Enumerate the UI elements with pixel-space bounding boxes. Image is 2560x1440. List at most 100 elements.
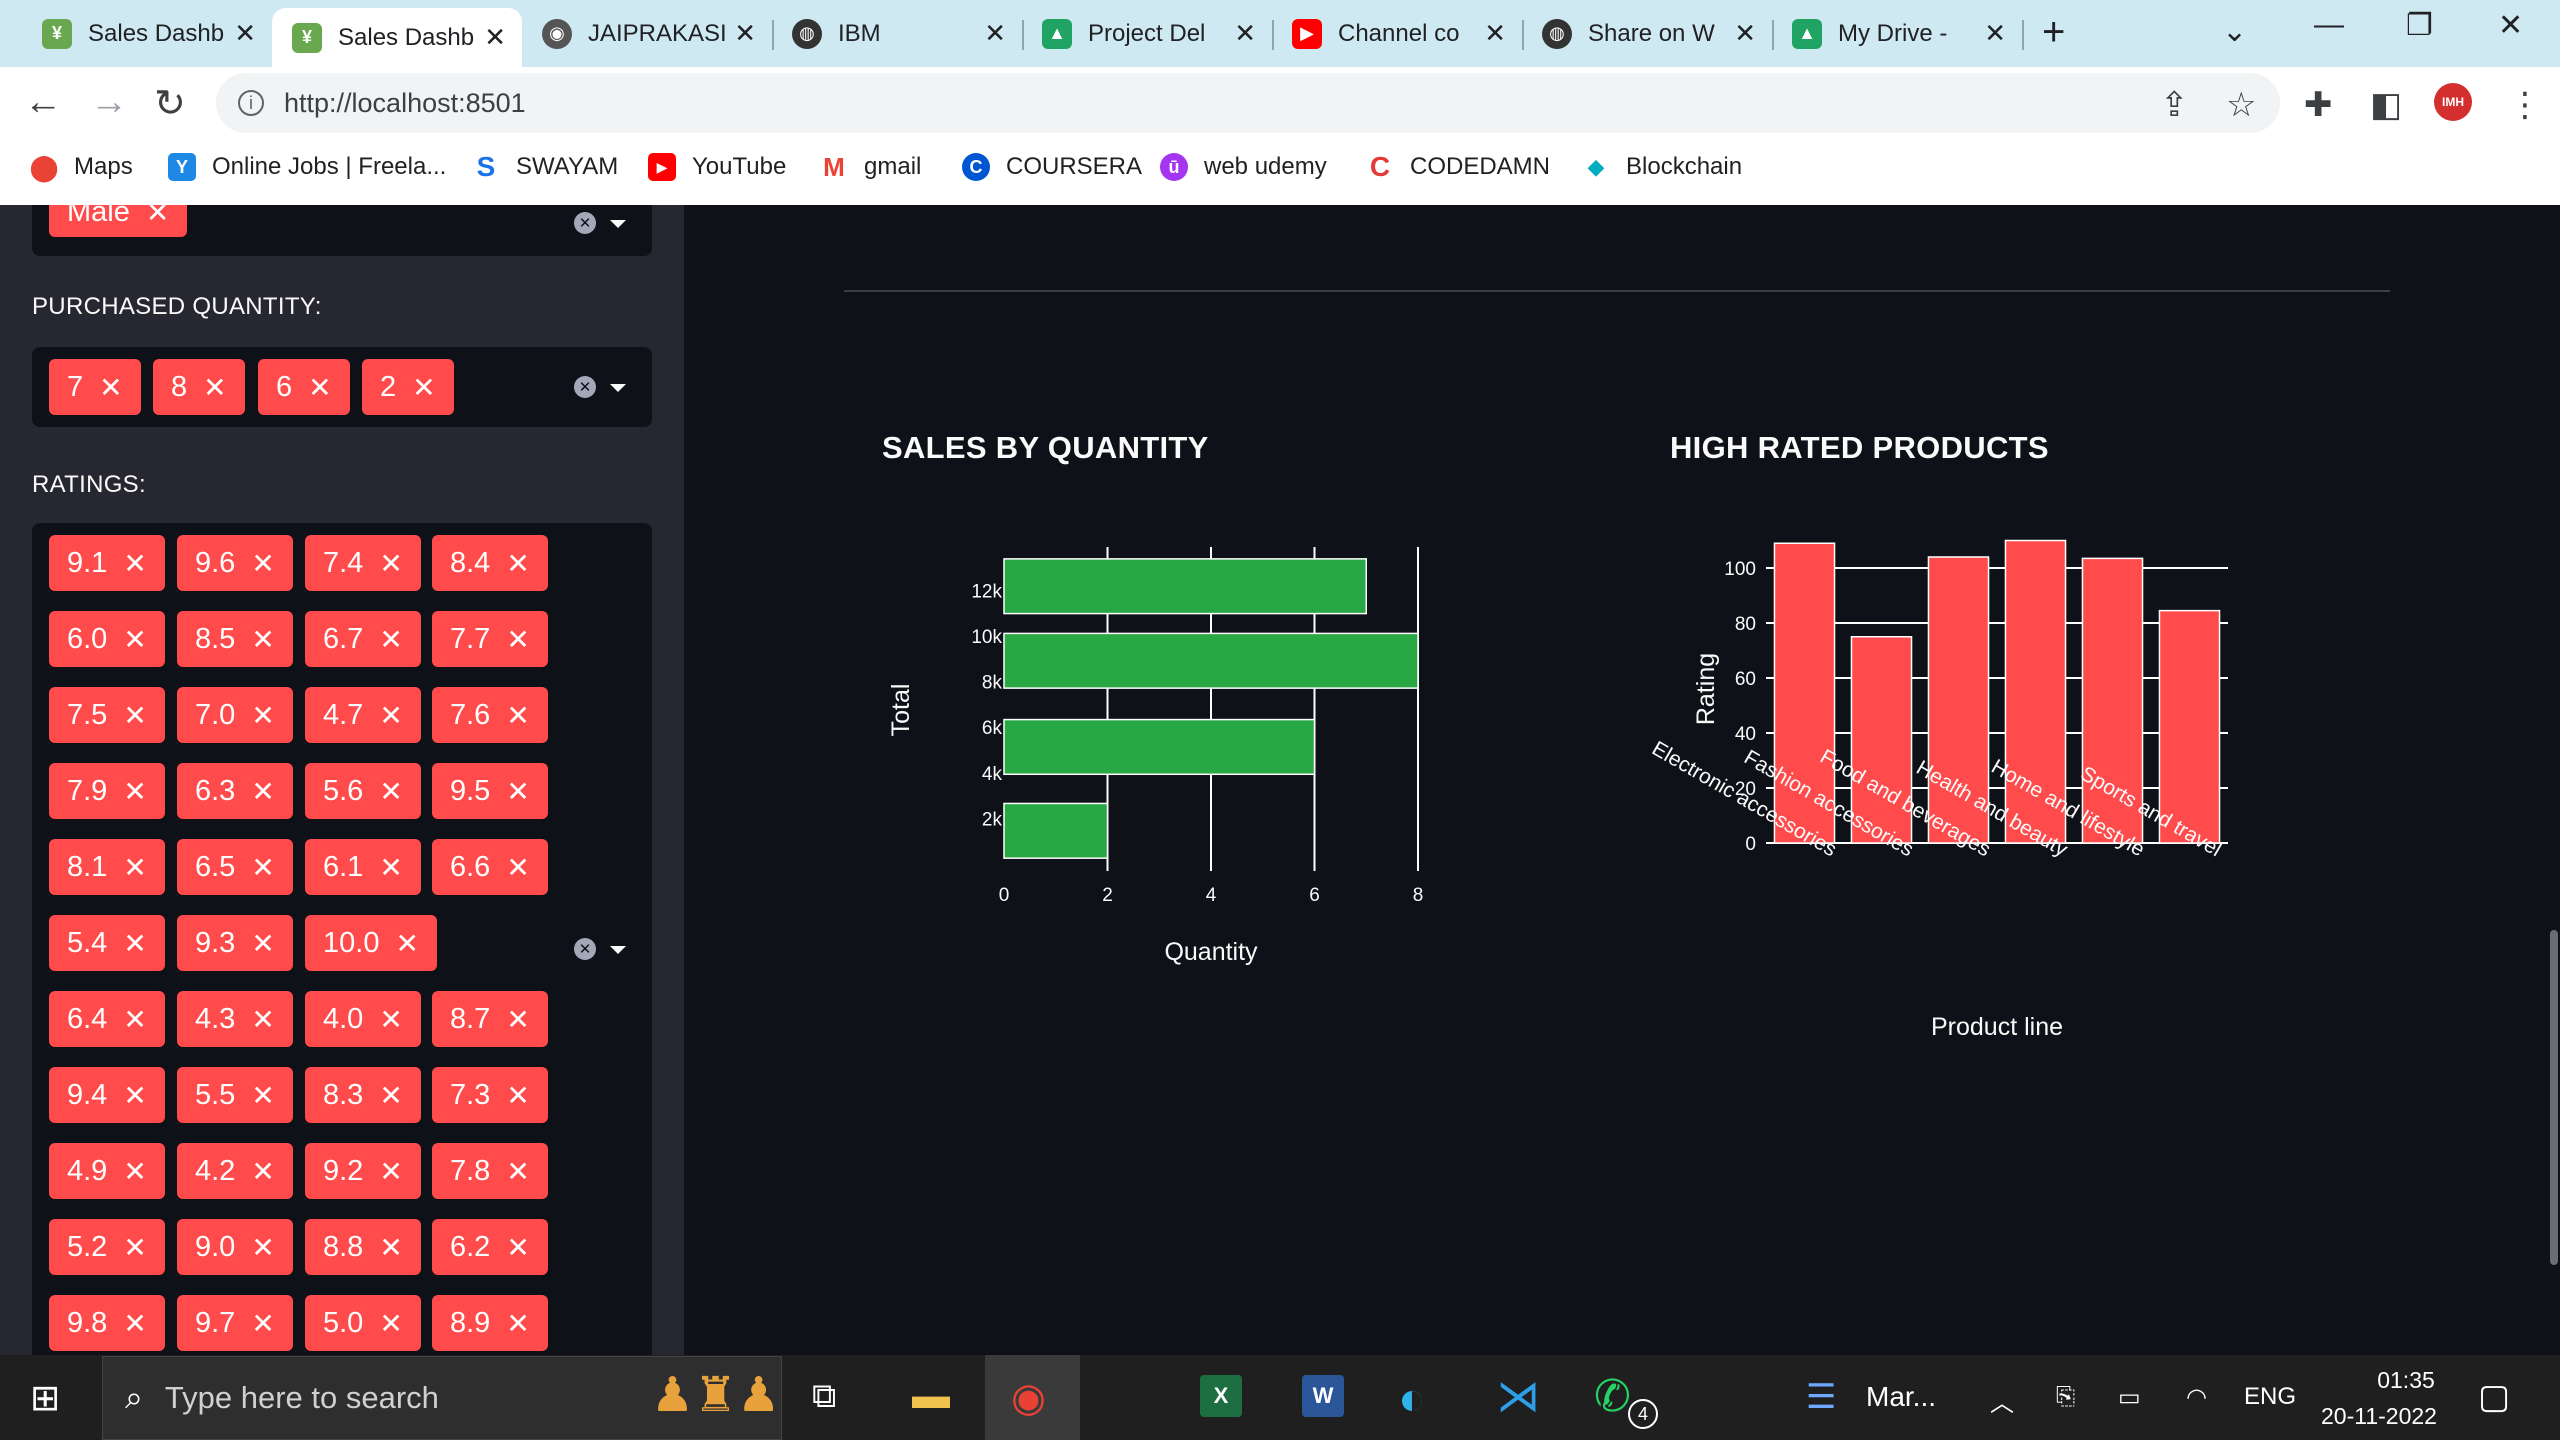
remove-chip-icon[interactable]: ✕ [123, 623, 146, 656]
profile-avatar[interactable]: IMH [2434, 83, 2472, 121]
remove-chip-icon[interactable]: ✕ [251, 1003, 274, 1036]
remove-chip-icon[interactable]: ✕ [506, 851, 529, 884]
task-view-icon[interactable]: ⧉ [812, 1377, 836, 1416]
clock-date[interactable]: 20-11-2022 [2314, 1403, 2444, 1430]
remove-chip-icon[interactable]: ✕ [379, 699, 402, 732]
bookmark-youtube[interactable]: ▶ YouTube [648, 153, 786, 181]
rating-chip[interactable]: 9.0 ✕ [177, 1219, 293, 1275]
remove-chip-icon[interactable]: ✕ [379, 1155, 402, 1188]
tab-sales-dashboard-1[interactable]: ¥ Sales Dashb ✕ [22, 8, 272, 59]
rating-chip[interactable]: 4.7 ✕ [305, 687, 421, 743]
dropdown-caret-icon[interactable] [610, 946, 626, 954]
remove-chip-icon[interactable]: ✕ [395, 927, 418, 960]
remove-chip-icon[interactable]: ✕ [123, 1003, 146, 1036]
rating-chip[interactable]: 9.8 ✕ [49, 1295, 165, 1351]
reload-icon[interactable]: ↻ [154, 81, 186, 126]
back-arrow-icon[interactable]: ← [24, 81, 62, 124]
remove-chip-icon[interactable]: ✕ [506, 775, 529, 808]
dropdown-caret-icon[interactable] [610, 384, 626, 392]
rating-chip[interactable]: 7.3 ✕ [432, 1067, 548, 1123]
notifications-icon[interactable]: ▢ [2478, 1377, 2510, 1417]
bookmark-star-icon[interactable]: ☆ [2226, 85, 2256, 125]
share-icon[interactable]: ⇪ [2160, 85, 2189, 125]
rating-chip[interactable]: 9.7 ✕ [177, 1295, 293, 1351]
remove-chip-icon[interactable]: ✕ [379, 1003, 402, 1036]
quantity-multiselect[interactable]: 7 ✕ 8 ✕ 6 ✕ 2 ✕ ✕ [32, 347, 652, 427]
bookmark-gmail[interactable]: M gmail [820, 152, 921, 182]
tab-sales-dashboard-active[interactable]: ¥ Sales Dashb ✕ [272, 8, 522, 67]
remove-chip-icon[interactable]: ✕ [251, 927, 274, 960]
chrome-taskbar-button[interactable]: ◉ [985, 1355, 1080, 1440]
file-explorer-icon[interactable]: ▬ [912, 1375, 950, 1418]
rating-chip[interactable]: 6.5 ✕ [177, 839, 293, 895]
wifi-icon[interactable]: ◠ [2186, 1383, 2207, 1412]
battery-icon[interactable]: ▭ [2118, 1383, 2141, 1412]
remove-chip-icon[interactable]: ✕ [379, 1079, 402, 1112]
close-tab-icon[interactable]: ✕ [1984, 18, 2006, 49]
clear-all-icon[interactable]: ✕ [574, 376, 596, 398]
rating-chip[interactable]: 6.4 ✕ [49, 991, 165, 1047]
remove-chip-icon[interactable]: ✕ [506, 547, 529, 580]
word-icon[interactable]: W [1302, 1375, 1344, 1417]
rating-chip[interactable]: 6.0 ✕ [49, 611, 165, 667]
site-info-icon[interactable]: i [238, 90, 264, 116]
remove-chip-icon[interactable]: ✕ [251, 851, 274, 884]
rating-chip[interactable]: 6.3 ✕ [177, 763, 293, 819]
rating-chip[interactable]: 9.4 ✕ [49, 1067, 165, 1123]
rating-chip[interactable]: 8.8 ✕ [305, 1219, 421, 1275]
remove-chip-icon[interactable]: ✕ [251, 547, 274, 580]
notes-app-icon[interactable]: ☰ [1806, 1377, 1836, 1417]
remove-chip-icon[interactable]: ✕ [379, 775, 402, 808]
gender-multiselect[interactable]: Male ✕ ✕ [32, 205, 652, 256]
rating-chip[interactable]: 4.0 ✕ [305, 991, 421, 1047]
rating-chip[interactable]: 8.3 ✕ [305, 1067, 421, 1123]
remove-chip-icon[interactable]: ✕ [123, 699, 146, 732]
close-tab-icon[interactable]: ✕ [1234, 18, 1256, 49]
remove-chip-icon[interactable]: ✕ [506, 623, 529, 656]
close-window-icon[interactable]: ✕ [2498, 8, 2523, 43]
rating-chip[interactable]: 5.5 ✕ [177, 1067, 293, 1123]
clock-time[interactable]: 01:35 [2348, 1367, 2464, 1394]
close-tab-icon[interactable]: ✕ [484, 22, 506, 53]
remove-chip-icon[interactable]: ✕ [506, 1307, 529, 1340]
remove-chip-icon[interactable]: ✕ [203, 371, 226, 404]
quantity-chip[interactable]: 8 ✕ [153, 359, 245, 415]
forward-arrow-icon[interactable]: → [90, 81, 128, 124]
close-tab-icon[interactable]: ✕ [1734, 18, 1756, 49]
tab-share-on[interactable]: ◍ Share on W ✕ [1522, 8, 1772, 59]
bookmark-online-jobs[interactable]: Y Online Jobs | Freela... [168, 153, 446, 181]
rating-chip[interactable]: 7.6 ✕ [432, 687, 548, 743]
restore-icon[interactable]: ❐ [2406, 8, 2433, 43]
remove-chip-icon[interactable]: ✕ [123, 1231, 146, 1264]
rating-chip[interactable]: 5.4 ✕ [49, 915, 165, 971]
quantity-chip[interactable]: 7 ✕ [49, 359, 141, 415]
page-scrollbar[interactable] [2550, 930, 2558, 1265]
rating-chip[interactable]: 4.2 ✕ [177, 1143, 293, 1199]
remove-chip-icon[interactable]: ✕ [123, 1155, 146, 1188]
remove-chip-icon[interactable]: ✕ [506, 699, 529, 732]
remove-chip-icon[interactable]: ✕ [506, 1079, 529, 1112]
extensions-puzzle-icon[interactable]: ✚ [2304, 85, 2333, 125]
address-bar[interactable]: i http://localhost:8501 [216, 73, 2280, 133]
rating-chip[interactable]: 10.0 ✕ [305, 915, 437, 971]
close-tab-icon[interactable]: ✕ [234, 18, 256, 49]
active-app-label[interactable]: Mar... [1866, 1381, 1936, 1413]
dropdown-caret-icon[interactable] [610, 220, 626, 228]
tab-github[interactable]: ◉ JAIPRAKASI ✕ [522, 8, 772, 59]
taskbar-search-box[interactable]: ⌕ Type here to search ♟♜♟ [102, 1356, 782, 1440]
rating-chip[interactable]: 8.5 ✕ [177, 611, 293, 667]
whatsapp-icon[interactable]: ✆ [1594, 1371, 1631, 1422]
remove-chip-icon[interactable]: ✕ [251, 699, 274, 732]
tray-overflow-chevron-icon[interactable]: ︿ [1990, 1383, 2014, 1418]
rating-chip[interactable]: 8.7 ✕ [432, 991, 548, 1047]
remove-chip-icon[interactable]: ✕ [251, 1155, 274, 1188]
remove-chip-icon[interactable]: ✕ [412, 371, 435, 404]
rating-chip[interactable]: 7.0 ✕ [177, 687, 293, 743]
remove-chip-icon[interactable]: ✕ [379, 1307, 402, 1340]
remove-chip-icon[interactable]: ✕ [506, 1231, 529, 1264]
tab-youtube-channel[interactable]: ▶ Channel co ✕ [1272, 8, 1522, 59]
windows-start-icon[interactable]: ⊞ [30, 1377, 60, 1419]
remove-chip-icon[interactable]: ✕ [251, 1079, 274, 1112]
rating-chip[interactable]: 5.6 ✕ [305, 763, 421, 819]
rating-chip[interactable]: 8.1 ✕ [49, 839, 165, 895]
